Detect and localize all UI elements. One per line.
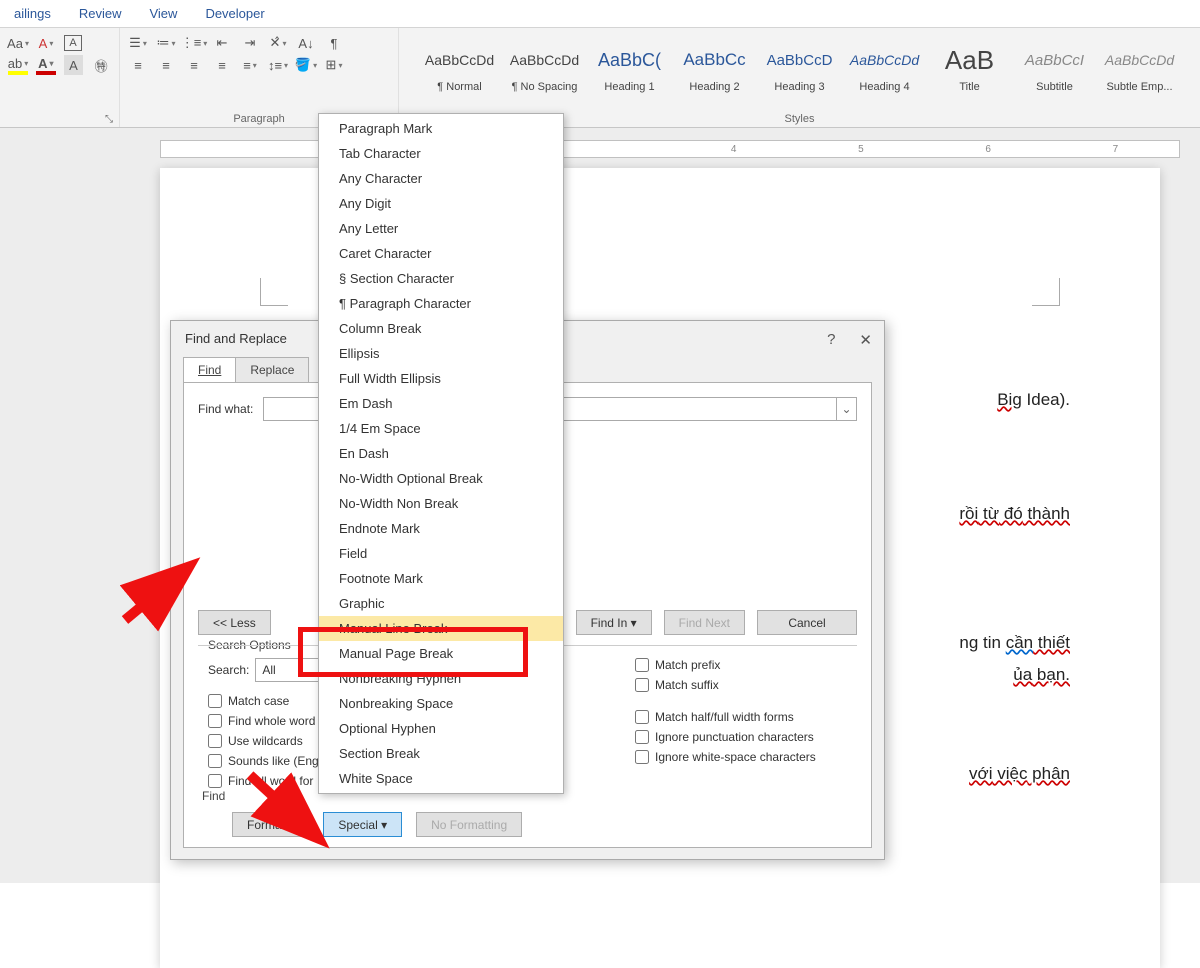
search-direction-label: Search: — [208, 663, 249, 677]
font-group: Aa A A ab A A ㊕ ⤡ — [0, 28, 120, 127]
style-heading1[interactable]: AaBbC(Heading 1 — [587, 36, 672, 104]
sort-icon[interactable]: A↓ — [296, 33, 316, 53]
menu-graphic[interactable]: Graphic — [319, 591, 563, 616]
justify-icon[interactable]: ≡ — [212, 55, 232, 75]
numbering-icon[interactable]: ≔ — [156, 33, 176, 53]
find-what-label: Find what: — [198, 402, 253, 416]
multilevel-icon[interactable]: ⋮≡ — [184, 33, 204, 53]
menu-endnote-mark[interactable]: Endnote Mark — [319, 516, 563, 541]
menu-nonbreaking-space[interactable]: Nonbreaking Space — [319, 691, 563, 716]
find-in-button[interactable]: Find In ▾ — [576, 610, 652, 635]
font-color-icon[interactable]: A — [36, 55, 56, 75]
menu-optional-hyphen[interactable]: Optional Hyphen — [319, 716, 563, 741]
style-normal[interactable]: AaBbCcDd¶ Normal — [417, 36, 502, 104]
tab-find[interactable]: Find — [183, 357, 236, 383]
ignore-space-checkbox[interactable]: Ignore white-space characters — [635, 750, 857, 764]
style-title[interactable]: AaBTitle — [927, 36, 1012, 104]
ribbon: Aa A A ab A A ㊕ ⤡ ☰ ≔ ⋮≡ ⇤ ⇥ ✕̂ A↓ ¶ ≡ ≡… — [0, 28, 1200, 128]
less-button[interactable]: << Less — [198, 610, 271, 635]
char-shading-icon[interactable]: A — [64, 55, 84, 75]
ribbon-tabs: ailings Review View Developer — [0, 0, 1200, 28]
increase-indent-icon[interactable]: ⇥ — [240, 33, 260, 53]
distributed-icon[interactable]: ≡ — [240, 55, 260, 75]
menu-paragraph-character[interactable]: ¶ Paragraph Character — [319, 291, 563, 316]
menu-nonbreaking-hyphen[interactable]: Nonbreaking Hyphen — [319, 666, 563, 691]
match-prefix-checkbox[interactable]: Match prefix — [635, 658, 857, 672]
menu-no-width-optional-break[interactable]: No-Width Optional Break — [319, 466, 563, 491]
help-button[interactable]: ? — [827, 331, 835, 349]
tab-developer[interactable]: Developer — [191, 0, 278, 27]
menu-section-character[interactable]: § Section Character — [319, 266, 563, 291]
arrow-annotation — [120, 560, 200, 633]
menu-paragraph-mark[interactable]: Paragraph Mark — [319, 116, 563, 141]
margin-corner-tl — [260, 278, 288, 306]
search-direction-combo[interactable]: All — [255, 658, 325, 682]
find-dropdown-icon[interactable]: ⌄ — [836, 398, 856, 420]
menu-white-space[interactable]: White Space — [319, 766, 563, 791]
line-spacing-icon[interactable]: ↕≡ — [268, 55, 288, 75]
arrow-annotation — [240, 770, 330, 853]
style-heading2[interactable]: AaBbCcHeading 2 — [672, 36, 757, 104]
find-next-button[interactable]: Find Next — [664, 610, 745, 635]
menu-full-width-ellipsis[interactable]: Full Width Ellipsis — [319, 366, 563, 391]
menu-em-dash[interactable]: Em Dash — [319, 391, 563, 416]
menu-tab-character[interactable]: Tab Character — [319, 141, 563, 166]
style-heading4[interactable]: AaBbCcDdHeading 4 — [842, 36, 927, 104]
bullets-icon[interactable]: ☰ — [128, 33, 148, 53]
menu-ellipsis[interactable]: Ellipsis — [319, 341, 563, 366]
clear-formatting-icon[interactable]: A — [36, 33, 56, 53]
align-center-icon[interactable]: ≡ — [156, 55, 176, 75]
menu-manual-line-break[interactable]: Manual Line Break — [319, 616, 563, 641]
special-button[interactable]: Special ▾ — [323, 812, 402, 837]
align-right-icon[interactable]: ≡ — [184, 55, 204, 75]
style-no-spacing[interactable]: AaBbCcDd¶ No Spacing — [502, 36, 587, 104]
style-heading3[interactable]: AaBbCcDHeading 3 — [757, 36, 842, 104]
menu-any-digit[interactable]: Any Digit — [319, 191, 563, 216]
tab-review[interactable]: Review — [65, 0, 136, 27]
cancel-button[interactable]: Cancel — [757, 610, 857, 635]
margin-corner-tr — [1032, 278, 1060, 306]
tab-mailings[interactable]: ailings — [0, 0, 65, 27]
dialog-title: Find and Replace — [185, 331, 287, 349]
ignore-punct-checkbox[interactable]: Ignore punctuation characters — [635, 730, 857, 744]
decrease-indent-icon[interactable]: ⇤ — [212, 33, 232, 53]
shading-icon[interactable]: 🪣 — [296, 55, 316, 75]
style-subtitle[interactable]: AaBbCcISubtitle — [1012, 36, 1097, 104]
menu-caret-character[interactable]: Caret Character — [319, 241, 563, 266]
tab-replace[interactable]: Replace — [235, 357, 309, 383]
char-border-icon[interactable]: A — [64, 35, 82, 51]
menu-column-break[interactable]: Column Break — [319, 316, 563, 341]
style-gallery[interactable]: AaBbCcDd¶ Normal AaBbCcDd¶ No Spacing Aa… — [407, 32, 1192, 104]
menu-footnote-mark[interactable]: Footnote Mark — [319, 566, 563, 591]
menu-field[interactable]: Field — [319, 541, 563, 566]
enclose-char-icon[interactable]: ㊕ — [91, 55, 111, 75]
menu-any-letter[interactable]: Any Letter — [319, 216, 563, 241]
menu-quarter-em-space[interactable]: 1/4 Em Space — [319, 416, 563, 441]
match-suffix-checkbox[interactable]: Match suffix — [635, 678, 857, 692]
align-left-icon[interactable]: ≡ — [128, 55, 148, 75]
style-subtle-emp[interactable]: AaBbCcDdSubtle Emp... — [1097, 36, 1182, 104]
asian-layout-icon[interactable]: ✕̂ — [268, 33, 288, 53]
ruler[interactable]: 124567 — [160, 140, 1180, 158]
borders-icon[interactable]: ⊞ — [324, 55, 344, 75]
close-button[interactable]: ✕ — [859, 331, 872, 349]
special-menu: Paragraph Mark Tab Character Any Charact… — [318, 113, 564, 794]
menu-manual-page-break[interactable]: Manual Page Break — [319, 641, 563, 666]
half-full-checkbox[interactable]: Match half/full width forms — [635, 710, 857, 724]
show-hide-icon[interactable]: ¶ — [324, 33, 344, 53]
menu-any-character[interactable]: Any Character — [319, 166, 563, 191]
no-formatting-button[interactable]: No Formatting — [416, 812, 522, 837]
menu-en-dash[interactable]: En Dash — [319, 441, 563, 466]
find-section-label: Find — [202, 789, 225, 803]
menu-section-break[interactable]: Section Break — [319, 741, 563, 766]
change-case-icon[interactable]: Aa — [8, 33, 28, 53]
menu-no-width-non-break[interactable]: No-Width Non Break — [319, 491, 563, 516]
tab-view[interactable]: View — [135, 0, 191, 27]
highlight-icon[interactable]: ab — [8, 55, 28, 75]
